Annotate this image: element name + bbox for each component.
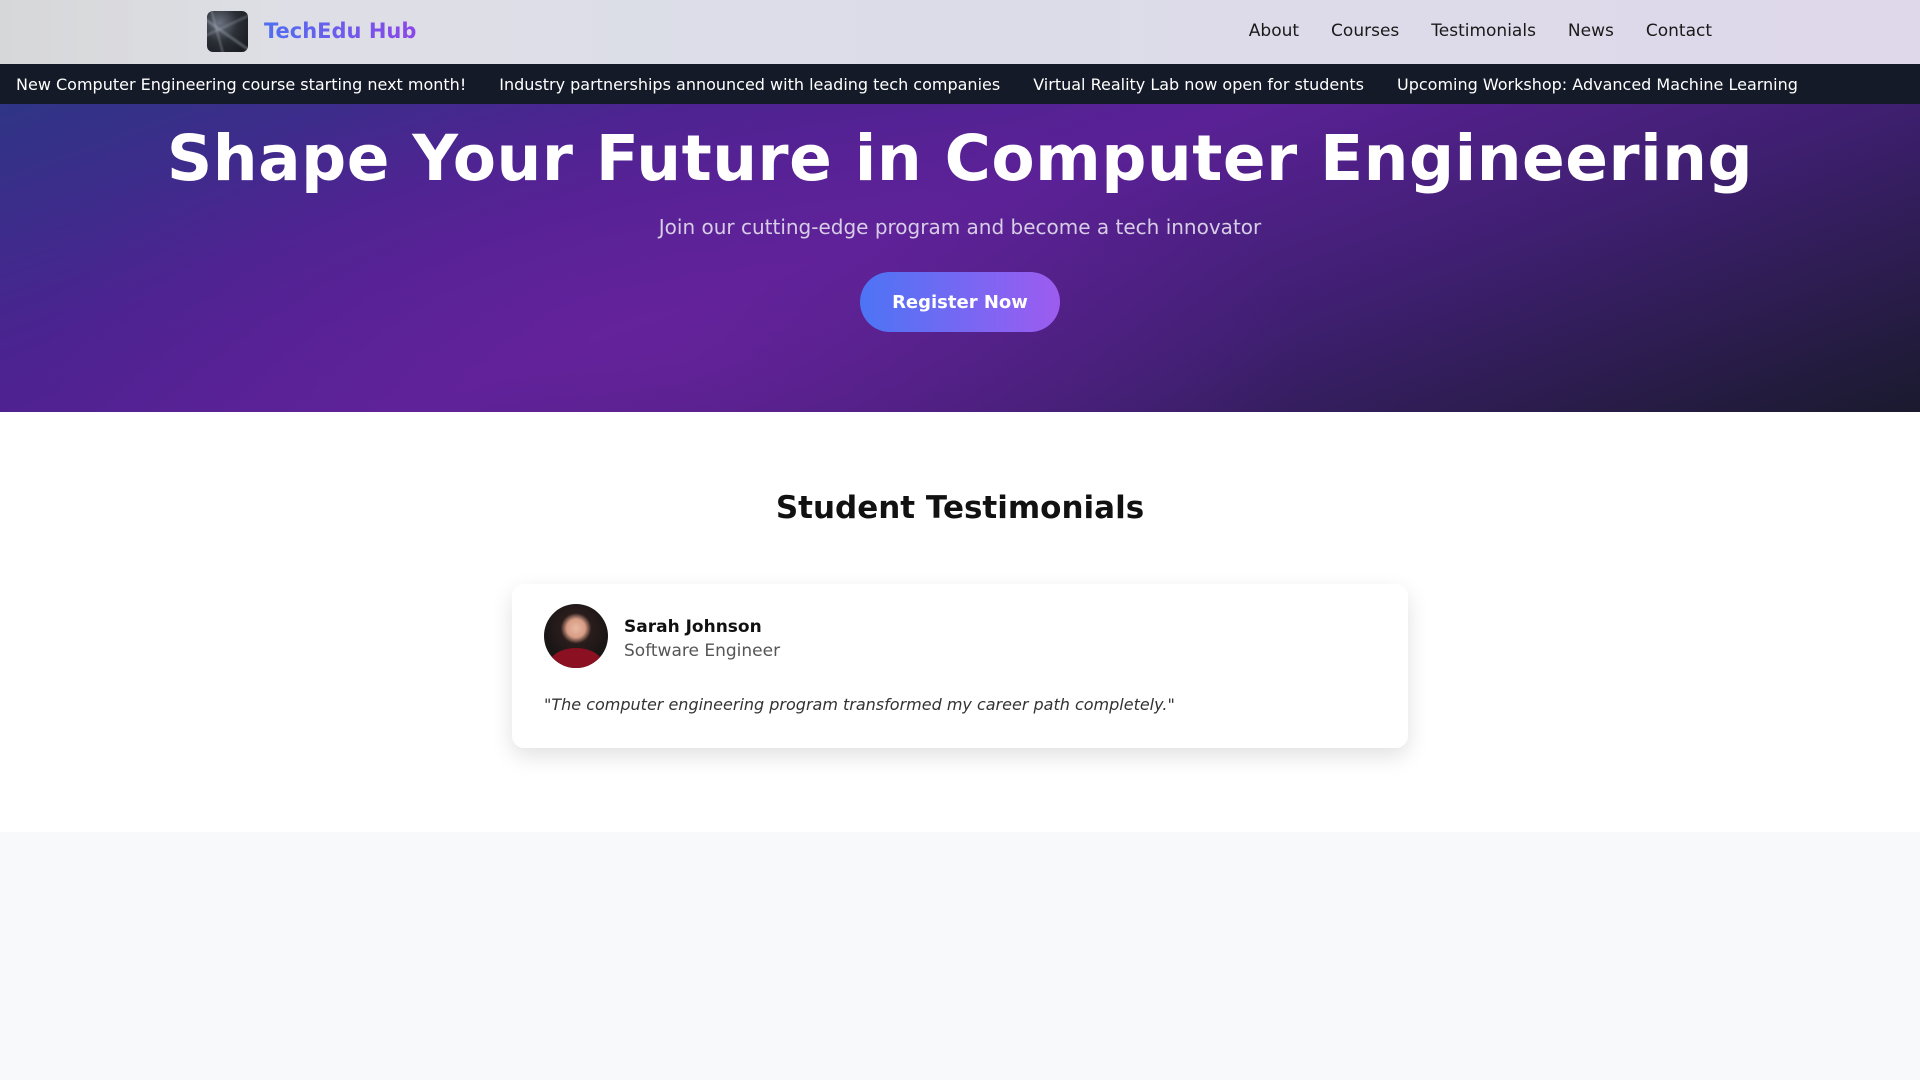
logo-icon[interactable] <box>207 11 248 52</box>
testimonial-card: Sarah Johnson Software Engineer "The com… <box>512 584 1408 748</box>
nav-link-news[interactable]: News <box>1568 21 1614 41</box>
hero-subtitle: Join our cutting-edge program and become… <box>658 215 1262 239</box>
testimonials-section: Student Testimonials Sarah Johnson Softw… <box>0 412 1920 832</box>
register-button[interactable]: Register Now <box>860 272 1060 332</box>
testimonial-quote: "The computer engineering program transf… <box>544 695 1175 714</box>
testimonial-name: Sarah Johnson <box>624 617 762 637</box>
brand-name[interactable]: TechEdu Hub <box>264 19 416 43</box>
ticker-item: Virtual Reality Lab now open for student… <box>1033 74 1364 94</box>
avatar <box>544 604 608 668</box>
nav-link-about[interactable]: About <box>1249 21 1299 41</box>
nav-link-contact[interactable]: Contact <box>1646 21 1712 41</box>
ticker-item: Industry partnerships announced with lea… <box>499 74 1001 94</box>
hero-section: Shape Your Future in Computer Engineerin… <box>0 104 1920 412</box>
nav-link-courses[interactable]: Courses <box>1331 21 1399 41</box>
navbar: TechEdu Hub About Courses Testimonials N… <box>0 0 1920 64</box>
ticker-item: New Computer Engineering course starting… <box>16 74 467 94</box>
ticker-item: Upcoming Workshop: Advanced Machine Lear… <box>1397 74 1798 94</box>
testimonial-role: Software Engineer <box>624 641 781 661</box>
section-heading: Student Testimonials <box>775 490 1145 526</box>
nav-link-testimonials[interactable]: Testimonials <box>1431 21 1536 41</box>
hero-title: Shape Your Future in Computer Engineerin… <box>166 122 1754 195</box>
news-ticker: New Computer Engineering course starting… <box>0 64 1920 104</box>
main-nav: About Courses Testimonials News Contact <box>1249 21 1712 41</box>
